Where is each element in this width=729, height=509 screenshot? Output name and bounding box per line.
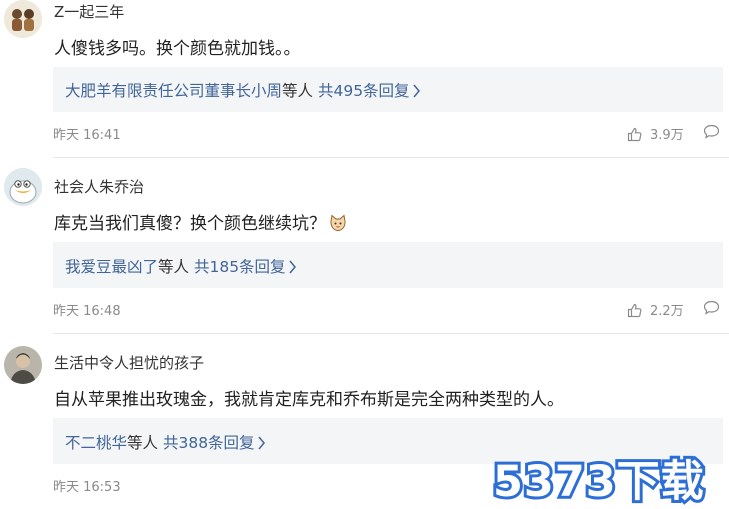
divider <box>53 333 729 334</box>
comment-time: 昨天 16:41 <box>53 128 121 143</box>
avatar-person-photo-icon <box>4 346 42 384</box>
reply-summary[interactable]: 大肥羊有限责任公司董事长小周等人 共495条回复 <box>53 67 723 112</box>
chevron-right-icon <box>257 436 265 450</box>
reply-others-text: 等人 <box>158 258 190 276</box>
reply-count-link[interactable]: 共185条回复 <box>194 258 286 276</box>
comment-text: 人傻钱多吗。换个颜色就加钱。。 <box>54 39 301 59</box>
thumbs-up-icon <box>627 303 642 318</box>
reply-count-link[interactable]: 共495条回复 <box>318 82 410 100</box>
chevron-right-icon <box>288 260 296 274</box>
reply-user-link[interactable]: 不二桃华 <box>65 434 127 452</box>
like-button[interactable]: 2.2万 <box>627 300 684 319</box>
avatar[interactable] <box>4 0 42 38</box>
cat-face-emoji-icon <box>329 214 347 237</box>
comment-bubble-icon <box>703 300 720 315</box>
username[interactable]: 社会人朱乔治 <box>54 176 144 197</box>
avatar-cartoon-duck-icon <box>4 168 42 206</box>
reply-count-link[interactable]: 共388条回复 <box>163 434 255 452</box>
username[interactable]: 生活中令人担忧的孩子 <box>54 352 204 373</box>
username[interactable]: Z一起三年 <box>54 1 124 22</box>
avatar[interactable] <box>4 346 42 384</box>
like-count: 3.9万 <box>650 128 684 143</box>
watermark-logo: 5373下载 <box>490 454 707 509</box>
divider <box>53 157 729 158</box>
comment-text-body: 库克当我们真傻？换个颜色继续坑？ <box>54 214 326 234</box>
comment-bubble-icon <box>703 124 720 139</box>
avatar[interactable] <box>4 168 42 206</box>
reply-user-link[interactable]: 我爱豆最凶了 <box>65 258 158 276</box>
reply-button[interactable] <box>703 300 720 319</box>
comment-text: 库克当我们真傻？换个颜色继续坑？ <box>54 209 347 237</box>
comment-time: 昨天 16:53 <box>53 480 121 495</box>
reply-others-text: 等人 <box>282 82 314 100</box>
reply-user-link[interactable]: 大肥羊有限责任公司董事长小周 <box>65 82 282 100</box>
reply-others-text: 等人 <box>127 434 159 452</box>
chevron-right-icon <box>412 84 420 98</box>
comment-time: 昨天 16:48 <box>53 304 121 319</box>
reply-button[interactable] <box>703 124 720 143</box>
like-button[interactable]: 3.9万 <box>627 124 684 143</box>
comment-text: 自从苹果推出玫瑰金，我就肯定库克和乔布斯是完全两种类型的人。 <box>54 390 564 410</box>
like-count: 2.2万 <box>650 304 684 319</box>
avatar-two-figures-icon <box>4 0 42 38</box>
reply-summary[interactable]: 我爱豆最凶了等人 共185条回复 <box>53 242 723 288</box>
thumbs-up-icon <box>627 127 642 142</box>
